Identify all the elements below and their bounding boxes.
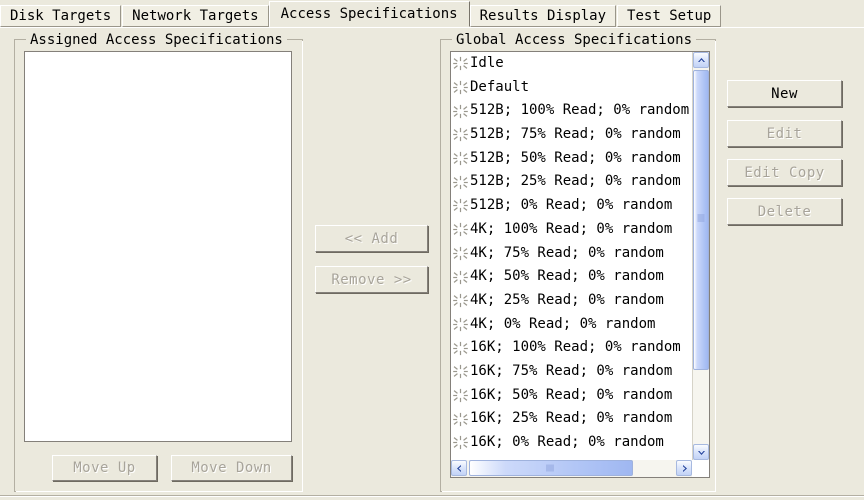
global-list-horizontal-scrollbar[interactable]: [451, 460, 692, 477]
global-list-item-label: 16K; 75% Read; 0% random: [470, 362, 673, 379]
global-list-item[interactable]: 512B; 100% Read; 0% random: [451, 99, 692, 123]
global-list-item[interactable]: Idle: [451, 52, 692, 76]
global-list-item-label: 512B; 100% Read; 0% random: [470, 102, 690, 119]
global-list-item[interactable]: 16K; 25% Read; 0% random: [451, 407, 692, 431]
remove-button[interactable]: Remove >>: [315, 266, 428, 293]
add-button[interactable]: << Add: [315, 225, 428, 252]
global-list-item[interactable]: 512B; 0% Read; 0% random: [451, 194, 692, 218]
chevron-left-icon: [456, 464, 461, 472]
access-spec-icon: [453, 56, 468, 71]
chevron-right-icon: [682, 464, 687, 472]
panel-bottom-highlight: [0, 496, 864, 497]
global-list-item[interactable]: 512B; 25% Read; 0% random: [451, 170, 692, 194]
access-spec-icon: [453, 293, 468, 308]
move-down-button[interactable]: Move Down: [171, 455, 292, 481]
global-list-item[interactable]: 512B; 75% Read; 0% random: [451, 123, 692, 147]
global-list-item-label: 512B; 50% Read; 0% random: [470, 149, 681, 166]
global-list-item[interactable]: 512B; 50% Read; 0% random: [451, 147, 692, 171]
scroll-grip-icon: [697, 213, 705, 228]
delete-button[interactable]: Delete: [727, 198, 842, 225]
global-list-item-label: Idle: [470, 55, 504, 71]
global-list-item-label: Default: [470, 78, 530, 95]
move-up-button[interactable]: Move Up: [52, 455, 157, 481]
global-list-item-label: 4K; 100% Read; 0% random: [470, 220, 673, 237]
global-list-item[interactable]: 4K; 75% Read; 0% random: [451, 242, 692, 266]
global-list-item-label: 512B; 75% Read; 0% random: [470, 126, 681, 143]
global-list-item-label: 512B; 0% Read; 0% random: [470, 197, 673, 214]
access-spec-icon: [453, 175, 468, 190]
tab-access-specifications[interactable]: Access Specifications: [268, 1, 470, 27]
assigned-access-specifications-list[interactable]: [24, 51, 292, 442]
tab-strip: Disk Targets Network Targets Access Spec…: [0, 0, 864, 27]
global-list-item-label: 16K; 100% Read; 0% random: [470, 339, 681, 356]
global-list-items[interactable]: Idle Default 512B; 100% Read; 0% random 512…: [451, 52, 692, 477]
assigned-access-specifications-group: Assigned Access Specifications Move Up M…: [14, 32, 303, 492]
access-spec-icon: [453, 151, 468, 166]
global-list-item[interactable]: Default: [451, 76, 692, 100]
global-list-item[interactable]: 4K; 0% Read; 0% random: [451, 313, 692, 337]
access-spec-icon: [453, 317, 468, 332]
global-list-item[interactable]: 4K; 100% Read; 0% random: [451, 218, 692, 242]
access-spec-icon: [453, 80, 468, 95]
global-access-specifications-group: Global Access Specifications Idle Default…: [440, 32, 716, 492]
access-spec-icon: [453, 435, 468, 450]
access-spec-icon: [453, 104, 468, 119]
global-list-item[interactable]: 4K; 50% Read; 0% random: [451, 265, 692, 289]
scroll-down-button[interactable]: [693, 444, 709, 460]
access-spec-icon: [453, 364, 468, 379]
access-spec-icon: [453, 222, 468, 237]
scroll-up-button[interactable]: [693, 52, 709, 68]
access-spec-icon: [453, 341, 468, 356]
tab-network-targets[interactable]: Network Targets: [122, 5, 269, 27]
access-spec-icon: [453, 388, 468, 403]
assigned-list-items[interactable]: [25, 52, 291, 441]
global-list-item-label: 4K; 75% Read; 0% random: [470, 244, 664, 261]
global-list-vertical-scrollbar[interactable]: [692, 52, 709, 460]
access-spec-icon: [453, 127, 468, 142]
edit-button[interactable]: Edit: [727, 120, 842, 147]
assigned-group-label: Assigned Access Specifications: [26, 32, 287, 48]
access-spec-icon: [453, 270, 468, 285]
tab-test-setup[interactable]: Test Setup: [617, 5, 722, 27]
new-button[interactable]: New: [727, 80, 842, 107]
horizontal-scroll-thumb[interactable]: [469, 460, 633, 476]
access-specifications-panel: Assigned Access Specifications Move Up M…: [0, 27, 864, 500]
global-list-item-label: 4K; 25% Read; 0% random: [470, 291, 664, 308]
global-list-item-label: 16K; 25% Read; 0% random: [470, 410, 673, 427]
global-group-label: Global Access Specifications: [452, 32, 697, 48]
global-list-item[interactable]: 16K; 100% Read; 0% random: [451, 336, 692, 360]
global-list-item-label: 512B; 25% Read; 0% random: [470, 173, 681, 190]
global-list-item[interactable]: 16K; 50% Read; 0% random: [451, 384, 692, 408]
access-spec-icon: [453, 198, 468, 213]
global-list-item-label: 4K; 50% Read; 0% random: [470, 268, 664, 285]
global-access-specifications-list[interactable]: Idle Default 512B; 100% Read; 0% random 512…: [450, 51, 710, 478]
access-spec-icon: [453, 412, 468, 427]
chevron-down-icon: [697, 450, 705, 455]
global-list-item-label: 4K; 0% Read; 0% random: [470, 315, 656, 332]
tab-disk-targets[interactable]: Disk Targets: [0, 5, 122, 27]
vertical-scroll-thumb[interactable]: [693, 70, 709, 370]
scroll-left-button[interactable]: [451, 460, 467, 476]
tab-results-display[interactable]: Results Display: [469, 5, 617, 27]
edit-copy-button[interactable]: Edit Copy: [727, 159, 842, 186]
global-list-item-label: 16K; 0% Read; 0% random: [470, 434, 664, 450]
scroll-grip-icon: [546, 461, 556, 476]
global-list-item-label: 16K; 50% Read; 0% random: [470, 386, 673, 403]
global-list-item[interactable]: 16K; 0% Read; 0% random: [451, 431, 692, 455]
global-list-item[interactable]: 16K; 75% Read; 0% random: [451, 360, 692, 384]
chevron-up-icon: [697, 57, 705, 62]
scroll-right-button[interactable]: [676, 460, 692, 476]
access-spec-icon: [453, 246, 468, 261]
global-list-item[interactable]: 4K; 25% Read; 0% random: [451, 289, 692, 313]
